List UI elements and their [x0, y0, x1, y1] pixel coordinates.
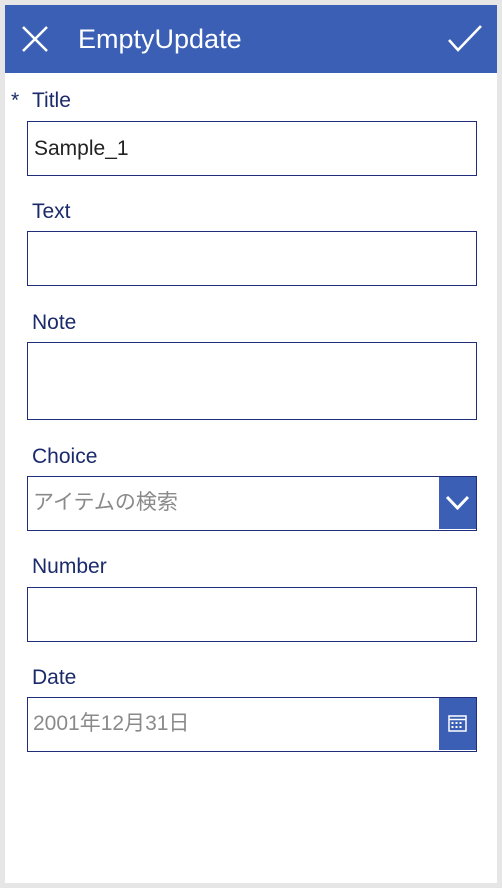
chevron-down-icon — [445, 495, 470, 511]
note-textarea[interactable] — [27, 342, 477, 420]
text-label: Text — [32, 200, 71, 223]
header-bar: EmptyUpdate — [5, 5, 497, 73]
text-input[interactable] — [27, 231, 477, 286]
page-title: EmptyUpdate — [78, 24, 242, 54]
close-button[interactable] — [19, 23, 51, 55]
checkmark-icon — [448, 25, 482, 52]
date-label: Date — [32, 666, 77, 689]
choice-label: Choice — [32, 445, 98, 468]
choice-placeholder: アイテムの検索 — [33, 491, 178, 514]
date-picker-button[interactable] — [439, 698, 476, 750]
required-marker: * — [11, 89, 20, 112]
number-label: Number — [32, 555, 107, 578]
choice-combobox[interactable]: アイテムの検索 — [27, 476, 477, 531]
close-icon — [22, 26, 48, 52]
submit-button[interactable] — [445, 23, 485, 55]
title-label: Title — [32, 89, 71, 112]
number-input[interactable] — [27, 587, 477, 642]
choice-dropdown-button[interactable] — [439, 477, 476, 529]
title-input[interactable] — [27, 121, 477, 176]
date-picker[interactable]: 2001年12月31日 — [27, 697, 477, 752]
date-placeholder: 2001年12月31日 — [33, 712, 190, 735]
note-label: Note — [32, 311, 77, 334]
form-screen: EmptyUpdate * Title Text Note Choice アイテ… — [5, 5, 497, 883]
calendar-icon — [448, 715, 467, 732]
